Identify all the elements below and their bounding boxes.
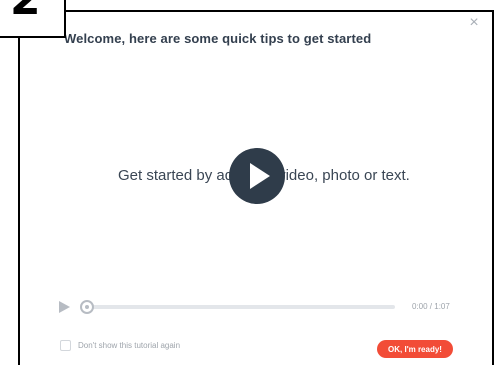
play-video-button[interactable] (229, 148, 285, 204)
seek-bar[interactable] (86, 305, 395, 309)
ready-button[interactable]: OK, I'm ready! (377, 340, 453, 358)
modal-title: Welcome, here are some quick tips to get… (64, 31, 372, 46)
step-number: 2 (10, 0, 41, 22)
dont-show-label[interactable]: Don't show this tutorial again (78, 341, 180, 350)
step-number-badge: 2 (0, 0, 66, 38)
dont-show-checkbox[interactable] (60, 340, 71, 351)
time-display: 0:00 / 1:07 (412, 302, 450, 311)
seek-handle[interactable] (80, 300, 94, 314)
close-icon[interactable]: × (467, 15, 481, 31)
player-play-icon[interactable] (59, 301, 70, 313)
play-icon (250, 163, 270, 189)
